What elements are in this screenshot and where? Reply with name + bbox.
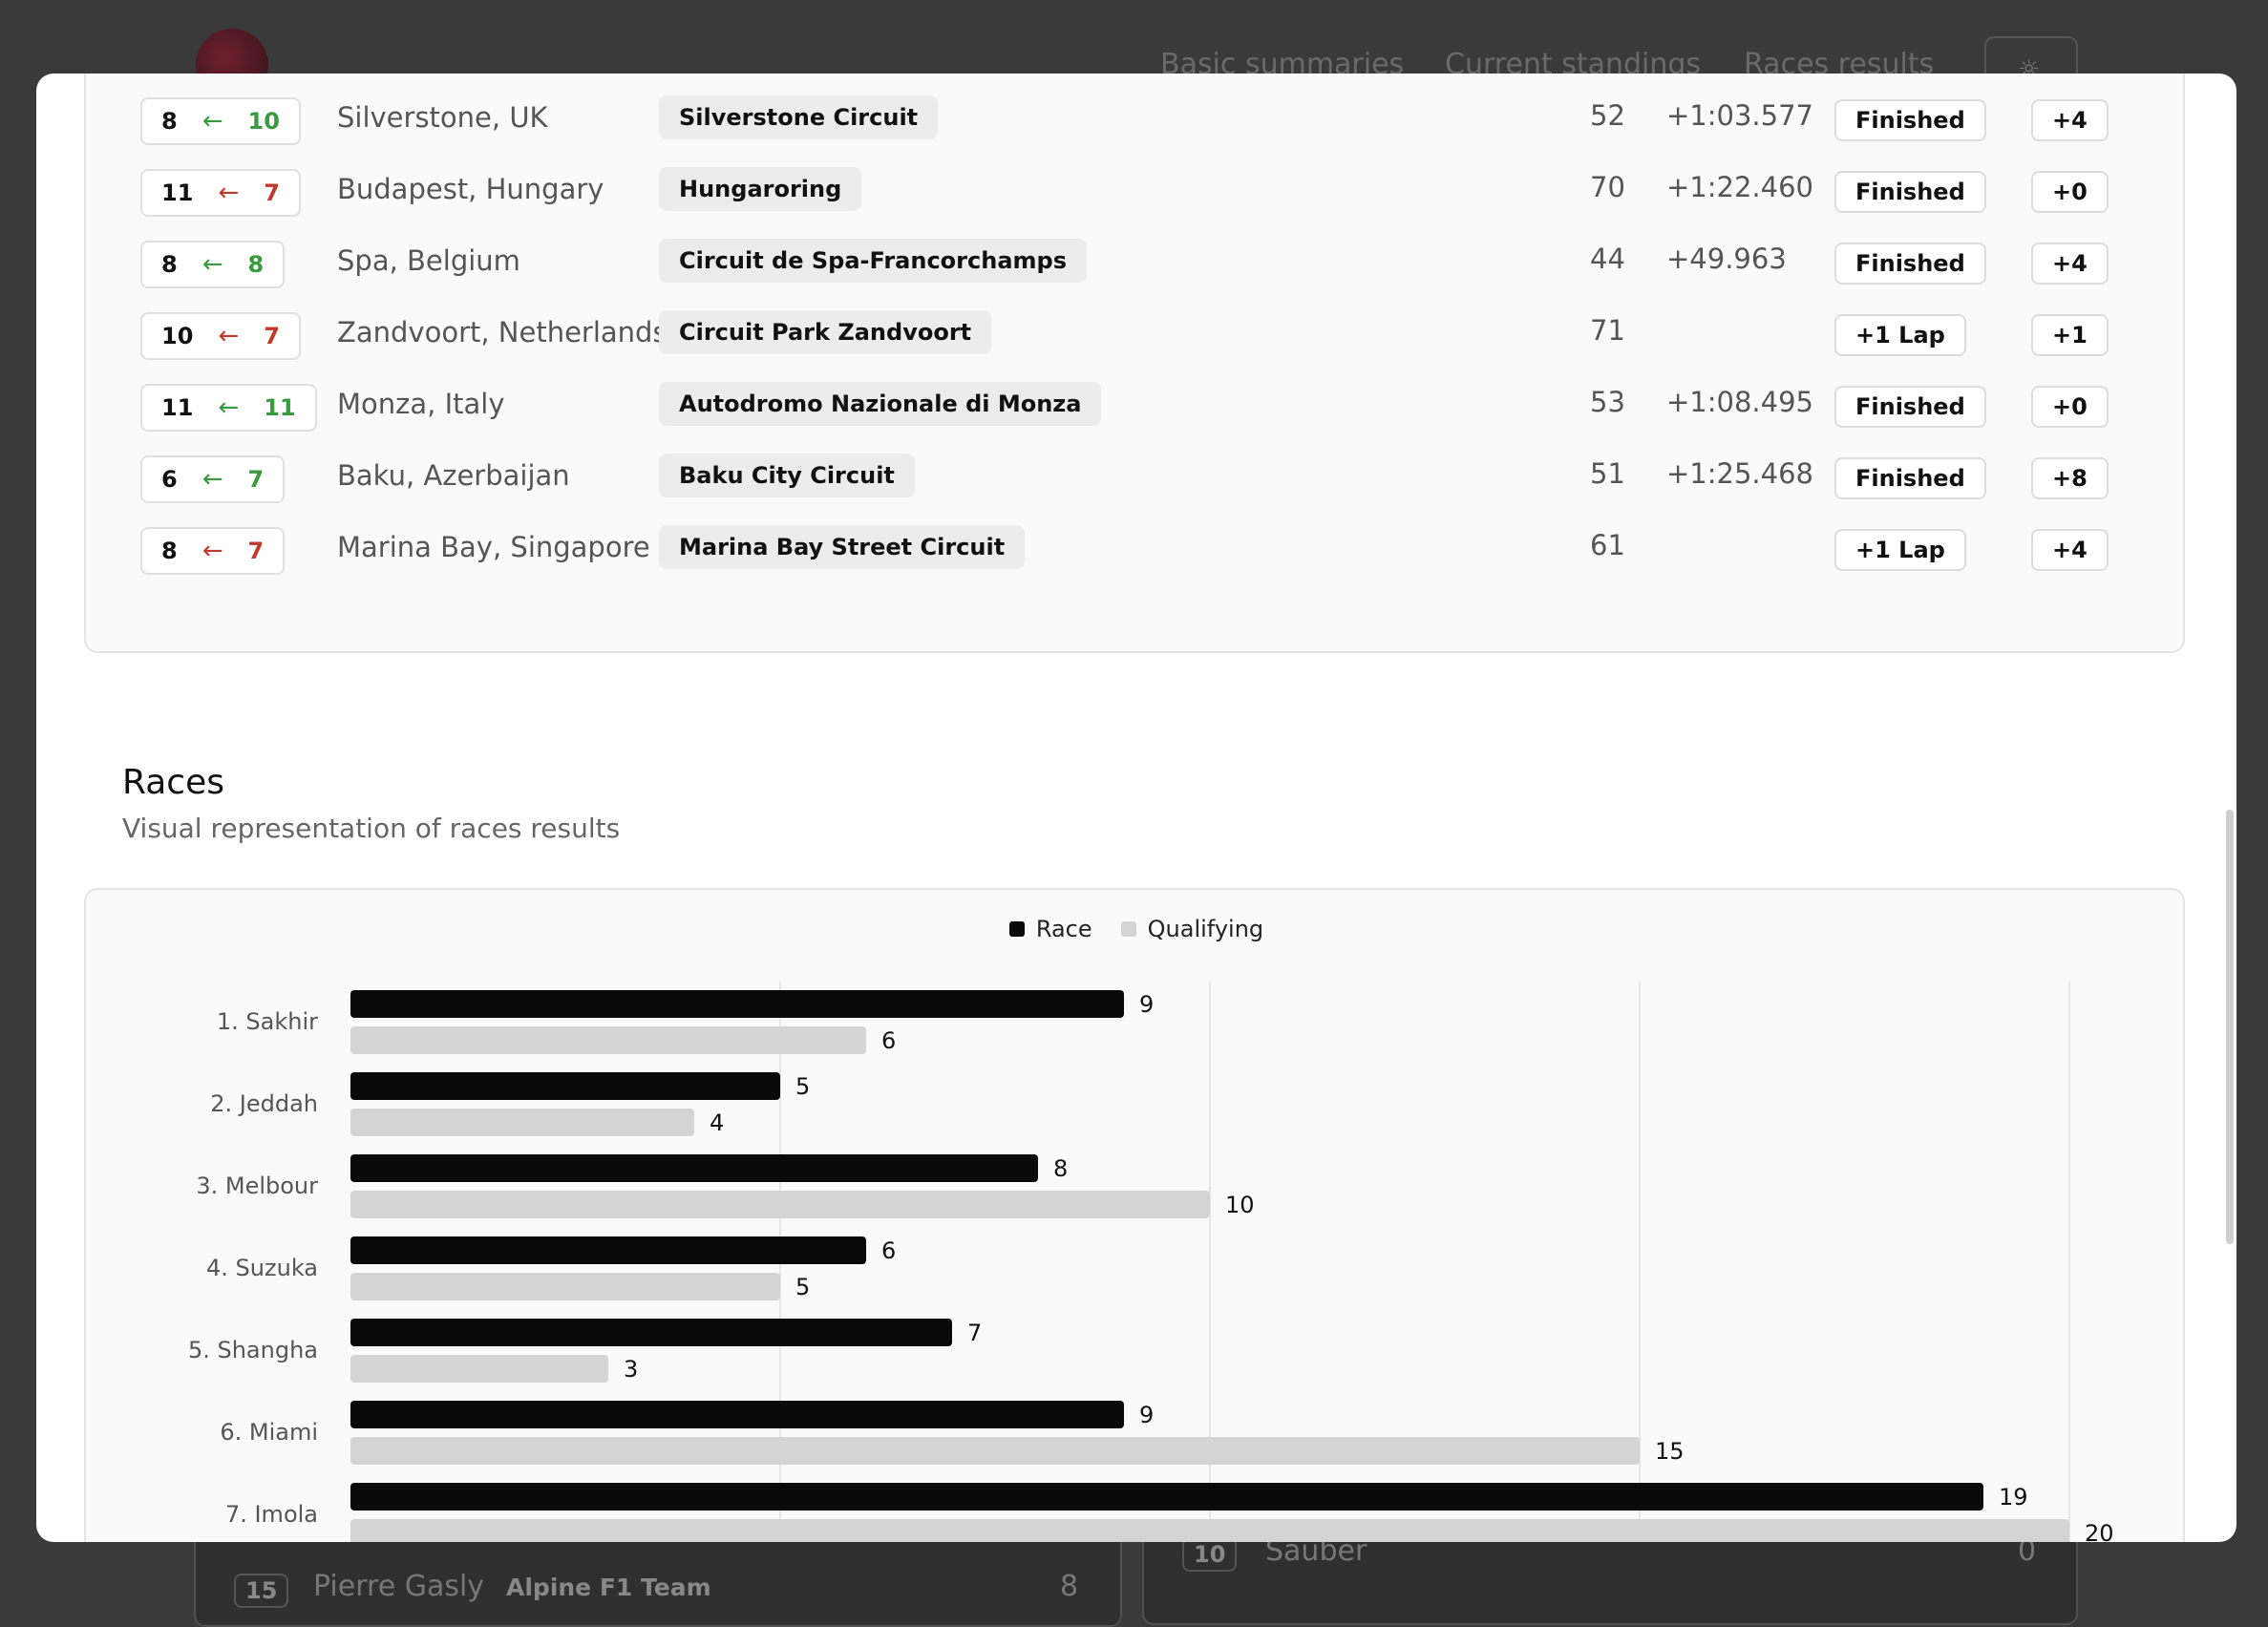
bar-value-label: 3 — [624, 1356, 638, 1383]
bar-value-label: 9 — [1139, 1402, 1154, 1428]
qualifying-bar — [350, 1519, 2069, 1542]
race-bar — [350, 1154, 1038, 1182]
bar-value-label: 6 — [881, 1027, 896, 1054]
category-label: 2. Jeddah — [210, 1090, 318, 1117]
qualifying-bar — [350, 1026, 866, 1054]
drivers-card: 15 Pierre Gasly Alpine F1 Team 8 — [194, 1528, 1122, 1627]
qualifying-bar — [350, 1109, 694, 1136]
qualifying-bar — [350, 1273, 780, 1300]
bar-value-label: 19 — [1999, 1484, 2028, 1511]
bar-value-label: 4 — [710, 1109, 724, 1136]
race-bar — [350, 990, 1124, 1018]
bar-value-label: 10 — [1225, 1192, 1255, 1218]
race-bar — [350, 1319, 952, 1346]
driver-position: 15 — [234, 1574, 289, 1608]
bar-value-label: 9 — [1139, 991, 1154, 1018]
driver-points: 8 — [1060, 1570, 1079, 1603]
category-label: 6. Miami — [220, 1419, 318, 1446]
category-label: 3. Melbour — [196, 1173, 318, 1199]
race-bar — [350, 1072, 780, 1100]
qualifying-bar — [350, 1437, 1640, 1465]
category-label: 1. Sakhir — [217, 1008, 318, 1035]
driver-name: Pierre Gasly — [313, 1570, 485, 1603]
category-label: 4. Suzuka — [206, 1255, 318, 1281]
race-results-modal: 8 ← 10 Silverstone, UK Silverstone Circu… — [36, 74, 2236, 1542]
team-position: 10 — [1182, 1537, 1238, 1572]
race-bar — [350, 1401, 1124, 1428]
category-label: 5. Shangha — [188, 1337, 318, 1363]
race-bar — [350, 1483, 1983, 1511]
race-bar — [350, 1236, 866, 1264]
qualifying-bar — [350, 1191, 1210, 1218]
driver-team: Alpine F1 Team — [506, 1574, 711, 1601]
bar-value-label: 7 — [967, 1320, 982, 1346]
qualifying-bar — [350, 1355, 608, 1383]
bar-value-label: 6 — [881, 1237, 896, 1264]
bar-value-label: 8 — [1053, 1155, 1068, 1182]
bar-value-label: 20 — [2085, 1520, 2114, 1542]
bar-value-label: 5 — [795, 1274, 810, 1300]
bar-value-label: 5 — [795, 1073, 810, 1100]
category-label: 7. Imola — [225, 1501, 318, 1528]
modal-scrollbar[interactable] — [2226, 810, 2234, 1244]
bar-value-label: 15 — [1655, 1438, 1685, 1465]
races-bar-chart: 1. Sakhir 9 6 2. Jeddah 5 4 3. Melbour 8 10 4. Su… — [188, 982, 2114, 1542]
